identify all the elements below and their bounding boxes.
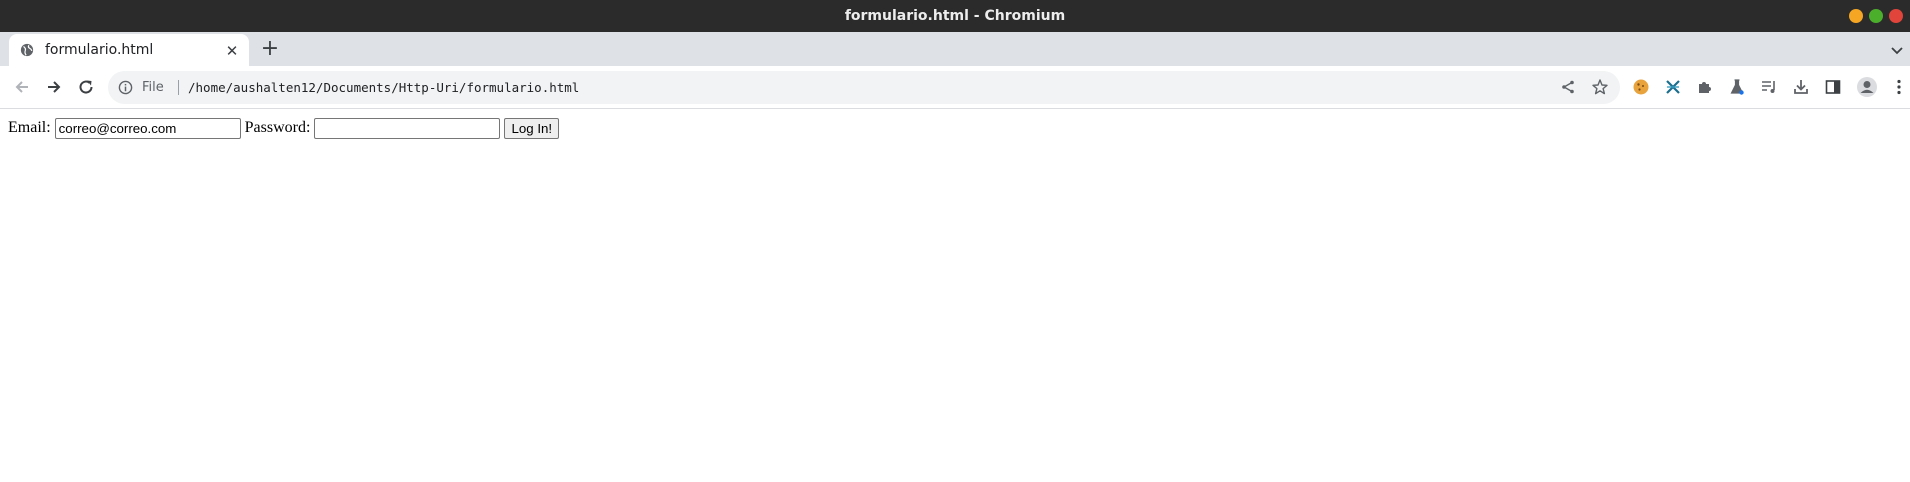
info-icon[interactable] xyxy=(118,80,133,95)
tab-strip: formulario.html ✕ + xyxy=(0,32,1910,66)
email-field[interactable] xyxy=(54,117,241,139)
profile-icon[interactable] xyxy=(1856,76,1878,98)
extension-x-icon[interactable] xyxy=(1664,78,1682,96)
menu-icon[interactable] xyxy=(1890,78,1908,96)
tab-title: formulario.html xyxy=(45,42,154,58)
bookmark-star-icon[interactable] xyxy=(1591,78,1609,96)
globe-icon xyxy=(20,43,34,57)
close-window-button[interactable] xyxy=(1889,9,1903,23)
share-icon[interactable] xyxy=(1560,79,1576,95)
tab-close-icon[interactable]: ✕ xyxy=(224,43,240,59)
browser-toolbar: File /home/aushalten12/Documents/Http-Ur… xyxy=(0,66,1910,109)
flask-icon[interactable] xyxy=(1728,78,1746,96)
puzzle-icon[interactable] xyxy=(1696,78,1714,96)
window-title: formulario.html - Chromium xyxy=(844,8,1066,24)
side-panel-icon[interactable] xyxy=(1824,78,1842,96)
maximize-button[interactable] xyxy=(1869,9,1883,23)
email-label: Email: xyxy=(8,119,51,136)
login-form: Email: Password: Log In! xyxy=(8,116,560,140)
address-bar[interactable]: File /home/aushalten12/Documents/Http-Ur… xyxy=(108,71,1620,104)
login-button[interactable]: Log In! xyxy=(504,117,560,139)
download-icon[interactable] xyxy=(1792,78,1810,96)
cookie-icon[interactable] xyxy=(1632,78,1650,96)
password-field[interactable] xyxy=(314,117,501,139)
new-tab-button[interactable]: + xyxy=(260,38,280,60)
back-arrow-icon[interactable] xyxy=(12,77,32,97)
window-titlebar: formulario.html - Chromium xyxy=(0,0,1910,32)
scheme-label: File xyxy=(142,80,164,95)
page-content: Email: Password: Log In! xyxy=(0,110,1910,482)
tab-formulario[interactable]: formulario.html ✕ xyxy=(9,34,249,66)
reload-icon[interactable] xyxy=(76,77,96,97)
minimize-button[interactable] xyxy=(1849,9,1863,23)
address-separator xyxy=(178,80,179,95)
reading-list-icon[interactable] xyxy=(1760,78,1778,96)
tab-search-chevron-icon[interactable] xyxy=(1889,42,1905,58)
url-text[interactable]: /home/aushalten12/Documents/Http-Uri/for… xyxy=(188,71,579,104)
forward-arrow-icon[interactable] xyxy=(44,77,64,97)
password-label: Password: xyxy=(244,119,311,136)
